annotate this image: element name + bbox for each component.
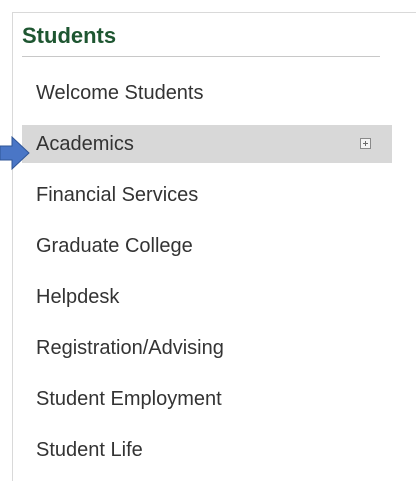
nav-item-label: Financial Services — [36, 184, 199, 206]
nav-item-label: Student Employment — [36, 388, 222, 410]
nav-item-label: Graduate College — [36, 235, 193, 257]
nav-item-academics[interactable]: Academics — [22, 125, 392, 163]
nav-item-label: Welcome Students — [36, 82, 204, 104]
nav-item-student-life[interactable]: Student Life — [22, 431, 392, 469]
nav-item-label: Academics — [36, 133, 134, 155]
nav-item-label: Helpdesk — [36, 286, 120, 308]
arrow-right-icon — [0, 135, 30, 171]
expand-plus-icon[interactable] — [360, 138, 371, 149]
nav-item-graduate-college[interactable]: Graduate College — [22, 227, 392, 265]
nav-item-welcome-students[interactable]: Welcome Students — [22, 74, 392, 112]
title-divider — [22, 56, 380, 57]
panel-title: Students — [22, 23, 117, 48]
nav-item-financial-services[interactable]: Financial Services — [22, 176, 392, 214]
nav-item-label: Registration/Advising — [36, 337, 224, 359]
nav-item-helpdesk[interactable]: Helpdesk — [22, 278, 392, 316]
students-nav-list: Welcome Students Academics Financial Ser… — [22, 74, 392, 482]
nav-item-label: Student Life — [36, 439, 143, 461]
nav-item-registration-advising[interactable]: Registration/Advising — [22, 329, 392, 367]
nav-item-student-employment[interactable]: Student Employment — [22, 380, 392, 418]
